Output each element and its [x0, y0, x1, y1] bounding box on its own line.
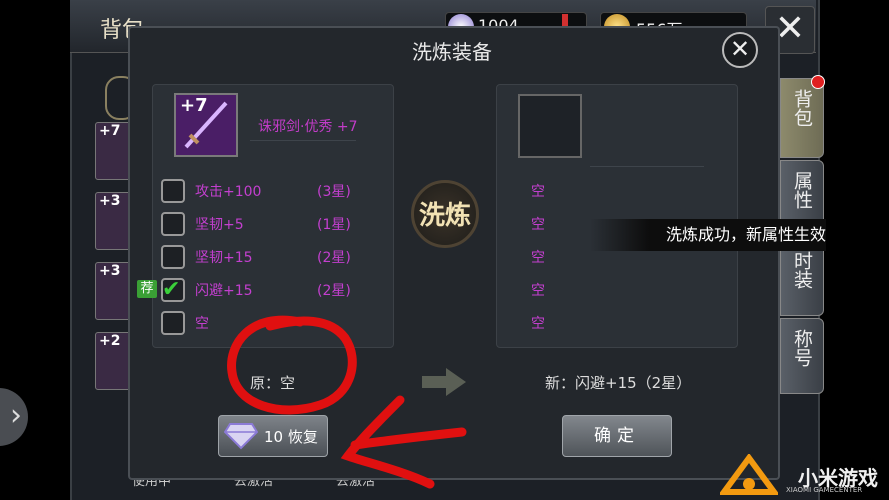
- new-attribute-text: 空: [531, 283, 545, 299]
- attribute-stars: (3星): [317, 184, 351, 200]
- refine-button[interactable]: 洗炼: [411, 180, 479, 248]
- notification-dot: [811, 75, 825, 89]
- close-icon: ✕: [729, 35, 751, 63]
- dialog-title: 洗炼装备: [412, 40, 492, 64]
- bag-item-slot[interactable]: +7: [95, 122, 131, 180]
- tab-bag[interactable]: 背包: [780, 78, 824, 158]
- new-attribute-text: 空: [531, 217, 545, 233]
- scroll-right-button[interactable]: ›: [0, 388, 28, 446]
- attribute-text: 攻击+100: [195, 184, 262, 200]
- new-attribute-text: 空: [531, 184, 545, 200]
- attribute-stars: (2星): [317, 250, 351, 266]
- confirm-button[interactable]: 确定: [562, 415, 672, 457]
- bag-item-slot[interactable]: +2: [95, 332, 131, 390]
- item-name: 诛邪剑·优秀 +7: [258, 119, 358, 135]
- attribute-stars: (2星): [317, 283, 351, 299]
- divider: [250, 140, 356, 141]
- attribute-checkbox[interactable]: [161, 245, 185, 269]
- new-attribute-text: 空: [531, 316, 545, 332]
- divider: [590, 166, 704, 167]
- new-attribute-label: 新：闪避+15（2星）: [545, 374, 692, 392]
- new-equipment-slot: [518, 94, 582, 158]
- restore-button-label: 10 恢复: [264, 428, 318, 446]
- attribute-text: 坚韧+15: [195, 250, 253, 266]
- attribute-checkbox[interactable]: [161, 311, 185, 335]
- item-level: +7: [180, 95, 208, 116]
- attribute-text: 闪避+15: [195, 283, 253, 299]
- recommend-badge: 荐: [137, 280, 157, 298]
- watermark-logo-icon: [720, 454, 778, 495]
- tab-title[interactable]: 称号: [780, 318, 824, 394]
- diamond-icon: [224, 423, 258, 450]
- attribute-text: 空: [195, 316, 209, 332]
- tab-fashion[interactable]: 时装: [780, 240, 824, 316]
- new-attribute-text: 空: [531, 250, 545, 266]
- bag-item-slot[interactable]: +3: [95, 262, 131, 320]
- arrow-right-icon: [422, 368, 466, 396]
- attribute-text: 坚韧+5: [195, 217, 244, 233]
- bag-item-slot[interactable]: +3: [95, 192, 131, 250]
- original-attribute-label: 原：空: [250, 374, 296, 392]
- chevron-right-icon: ›: [10, 398, 22, 433]
- toast-message: 洗炼成功，新属性生效: [590, 219, 826, 251]
- attribute-checkbox[interactable]: [161, 212, 185, 236]
- checkmark-icon: ✔: [162, 277, 181, 302]
- attribute-checkbox[interactable]: [161, 179, 185, 203]
- watermark-subtext: XIAOMI GAMECENTER: [786, 486, 863, 494]
- dialog-close-button[interactable]: ✕: [722, 32, 758, 68]
- attribute-stars: (1星): [317, 217, 351, 233]
